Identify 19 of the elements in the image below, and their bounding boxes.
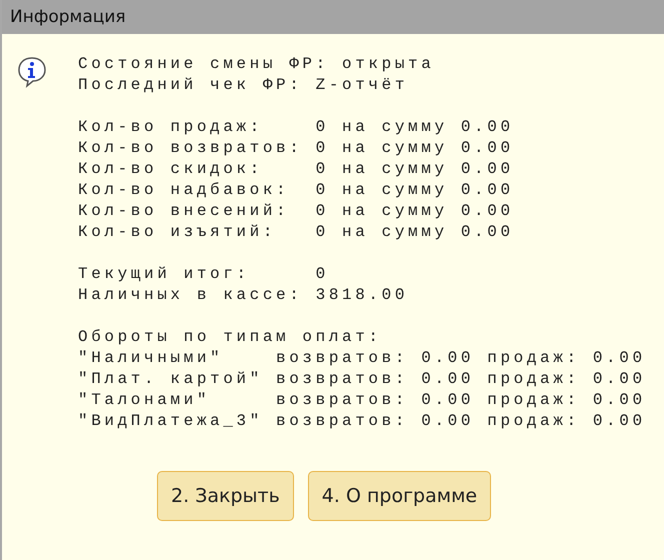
- info-line: "Наличными" возвратов: 0.00 продаж: 0.00: [78, 348, 646, 369]
- info-line: Состояние смены ФР: открыта: [78, 54, 436, 75]
- info-line: "Плат. картой" возвратов: 0.00 продаж: 0.00: [78, 369, 646, 390]
- info-line: "ВидПлатежа_3" возвратов: 0.00 продаж: 0.00: [78, 411, 646, 432]
- info-line: Кол-во изъятий: 0 на сумму 0.00: [78, 222, 515, 243]
- window-title: Информация: [10, 7, 126, 27]
- info-line: Текущий итог: 0: [78, 264, 330, 285]
- info-line: "Талонами" возвратов: 0.00 продаж: 0.00: [78, 390, 646, 411]
- info-line: Кол-во возвратов: 0 на сумму 0.00: [78, 138, 515, 159]
- info-line: Кол-во надбавок: 0 на сумму 0.00: [78, 180, 515, 201]
- info-line: Кол-во продаж: 0 на сумму 0.00: [78, 117, 515, 138]
- info-icon: [17, 56, 47, 88]
- info-line: Наличных в кассе: 3818.00: [78, 285, 410, 306]
- dialog-button[interactable]: 4. О программе: [308, 471, 492, 521]
- dialog-button[interactable]: 2. Закрыть: [157, 471, 294, 521]
- info-line: Обороты по типам оплат:: [78, 327, 383, 348]
- info-line: Кол-во скидок: 0 на сумму 0.00: [78, 159, 515, 180]
- info-line: Последний чек ФР: Z-отчёт: [78, 75, 410, 96]
- info-line: Кол-во внесений: 0 на сумму 0.00: [78, 201, 515, 222]
